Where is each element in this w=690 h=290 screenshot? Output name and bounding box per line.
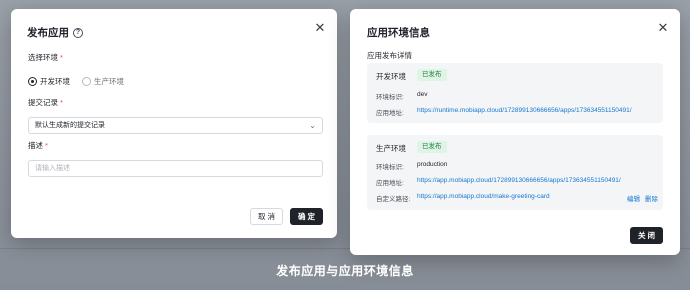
publish-dialog-title-text: 发布应用 — [27, 27, 69, 39]
status-badge: 已发布 — [417, 69, 447, 81]
app-url-link[interactable]: https://app.mobiapp.cloud/17289913066665… — [417, 177, 621, 184]
env-field-label: 选择环境 * — [28, 52, 63, 63]
commit-field-label-text: 提交记录 — [28, 98, 58, 107]
help-icon[interactable]: ? — [73, 27, 83, 38]
radio-dot — [82, 77, 91, 86]
env-field-label-text: 选择环境 — [28, 53, 58, 62]
desc-field-label: 描述 * — [28, 140, 48, 151]
env-id-label: 环境标识: — [376, 94, 404, 101]
app-url-label: 应用地址: — [376, 110, 404, 117]
publish-dialog-title: 发布应用 ? — [27, 25, 83, 40]
commit-select[interactable]: 默认生成新的提交记录 ⌄ — [28, 117, 323, 134]
figure-caption: 发布应用与应用环境信息 — [276, 264, 414, 278]
confirm-button[interactable]: 确 定 — [290, 208, 323, 225]
radio-dev-label: 开发环境 — [40, 77, 70, 86]
publish-app-dialog: 发布应用 ? ✕ 选择环境 * 开发环境 生产环境 提交记录 * 默认生成新的提交记… — [11, 9, 337, 238]
close-icon[interactable]: ✕ — [656, 21, 670, 35]
env-id-label: 环境标识: — [376, 164, 404, 171]
required-mark: * — [45, 141, 48, 150]
app-url-label: 应用地址: — [376, 180, 404, 187]
env-info-dialog: 应用环境信息 ✕ 应用发布详情 开发环境 已发布 环境标识: dev 应用地址:… — [350, 9, 680, 255]
radio-prod-env[interactable]: 生产环境 — [82, 76, 124, 87]
app-url-link[interactable]: https://runtime.mobiapp.cloud/1728991306… — [417, 107, 632, 114]
env-name: 开发环境 — [376, 72, 406, 81]
status-badge: 已发布 — [417, 141, 447, 153]
custom-path-link[interactable]: https://app.mobiapp.cloud/make-greeting-… — [417, 193, 550, 200]
env-dialog-title: 应用环境信息 — [367, 27, 430, 39]
env-card-prod: 生产环境 已发布 环境标识: production 应用地址: https://… — [367, 135, 663, 210]
custom-path-label: 自定义路径: — [376, 196, 411, 203]
commit-field-label: 提交记录 * — [28, 97, 63, 108]
section-title: 应用发布详情 — [367, 51, 412, 60]
desc-input[interactable]: 请输入描述 — [28, 160, 323, 177]
env-id-value: dev — [417, 91, 428, 98]
env-name: 生产环境 — [376, 144, 406, 153]
close-button[interactable]: 关 闭 — [630, 227, 663, 244]
delete-link[interactable]: 删除 — [645, 193, 658, 203]
env-radio-group: 开发环境 生产环境 — [28, 76, 124, 87]
required-mark: * — [60, 53, 63, 62]
env-id-value: production — [417, 161, 448, 168]
close-icon[interactable]: ✕ — [313, 21, 327, 35]
required-mark: * — [60, 98, 63, 107]
desc-field-label-text: 描述 — [28, 141, 43, 150]
env-card-dev: 开发环境 已发布 环境标识: dev 应用地址: https://runtime… — [367, 63, 663, 123]
radio-dev-env[interactable]: 开发环境 — [28, 76, 70, 87]
chevron-down-icon: ⌄ — [309, 121, 316, 130]
cancel-button[interactable]: 取 消 — [250, 208, 283, 225]
edit-link[interactable]: 编辑 — [627, 193, 640, 203]
radio-prod-label: 生产环境 — [94, 77, 124, 86]
radio-dot-selected — [28, 77, 37, 86]
commit-select-value: 默认生成新的提交记录 — [35, 122, 105, 129]
